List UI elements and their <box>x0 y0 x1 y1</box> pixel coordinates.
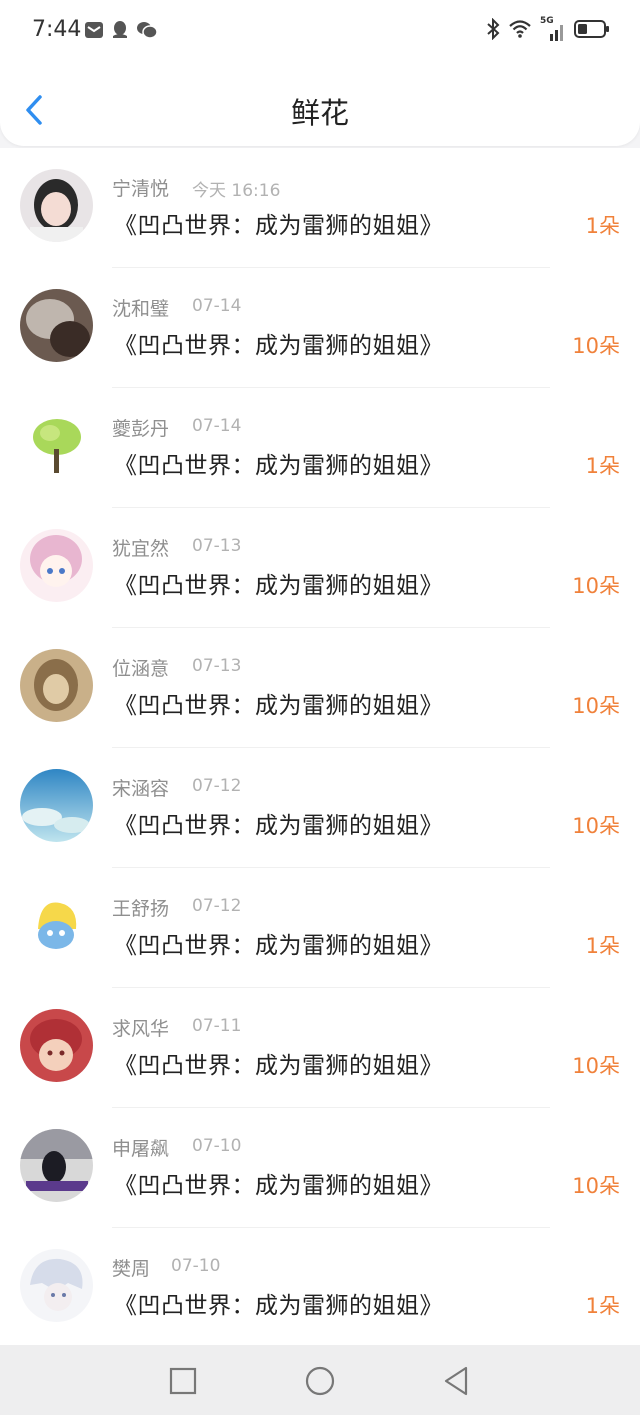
user-name: 申屠飙 <box>112 1138 170 1160</box>
avatar[interactable] <box>20 529 93 602</box>
status-time: 7:44 <box>32 17 82 42</box>
book-title: 《凹凸世界：成为雷狮的姐姐》 <box>114 1173 443 1199</box>
send-date: 07-11 <box>192 1016 242 1036</box>
list-item[interactable]: 樊周 07-10 《凹凸世界：成为雷狮的姐姐》 1朵 <box>0 1228 640 1348</box>
user-name: 宁清悦 <box>112 178 170 200</box>
avatar[interactable] <box>20 409 93 482</box>
list-item[interactable]: 沈和璧 07-14 《凹凸世界：成为雷狮的姐姐》 10朵 <box>0 268 640 388</box>
send-date: 07-14 <box>192 296 242 316</box>
notification-icons <box>84 20 158 44</box>
qq-icon <box>111 20 129 44</box>
flower-list: 宁清悦 今天 16:16 《凹凸世界：成为雷狮的姐姐》 1朵 沈和璧 07-14… <box>0 148 640 1348</box>
book-title: 《凹凸世界：成为雷狮的姐姐》 <box>114 333 443 359</box>
flower-count: 10朵 <box>572 334 620 358</box>
book-title: 《凹凸世界：成为雷狮的姐姐》 <box>114 1293 443 1319</box>
status-right-icons: 5G <box>486 16 610 44</box>
5g-signal-icon: 5G <box>540 16 566 42</box>
flower-count: 1朵 <box>585 214 620 238</box>
avatar[interactable] <box>20 649 93 722</box>
avatar[interactable] <box>20 1249 93 1322</box>
top-bar: 7:44 5G 鲜花 <box>0 0 640 146</box>
battery-icon <box>574 18 610 44</box>
book-title: 《凹凸世界：成为雷狮的姐姐》 <box>114 813 443 839</box>
list-item[interactable]: 求风华 07-11 《凹凸世界：成为雷狮的姐姐》 10朵 <box>0 988 640 1108</box>
recent-apps-icon[interactable] <box>165 1363 201 1399</box>
list-item[interactable]: 宋涵容 07-12 《凹凸世界：成为雷狮的姐姐》 10朵 <box>0 748 640 868</box>
book-title: 《凹凸世界：成为雷狮的姐姐》 <box>114 693 443 719</box>
user-name: 宋涵容 <box>112 778 170 800</box>
user-name: 位涵意 <box>112 658 170 680</box>
navigation-header: 鲜花 <box>0 74 640 146</box>
list-item[interactable]: 位涵意 07-13 《凹凸世界：成为雷狮的姐姐》 10朵 <box>0 628 640 748</box>
flower-count: 1朵 <box>585 934 620 958</box>
wifi-icon <box>508 19 532 43</box>
list-item[interactable]: 王舒扬 07-12 《凹凸世界：成为雷狮的姐姐》 1朵 <box>0 868 640 988</box>
back-icon[interactable] <box>438 1363 474 1399</box>
avatar[interactable] <box>20 289 93 362</box>
flower-count: 1朵 <box>585 1294 620 1318</box>
flower-count: 10朵 <box>572 1054 620 1078</box>
send-date: 07-12 <box>192 776 242 796</box>
avatar[interactable] <box>20 1129 93 1202</box>
user-name: 王舒扬 <box>112 898 170 920</box>
flower-count: 1朵 <box>585 454 620 478</box>
avatar[interactable] <box>20 169 93 242</box>
flower-count: 10朵 <box>572 694 620 718</box>
system-nav-bar <box>0 1345 640 1415</box>
send-date: 07-10 <box>171 1256 221 1276</box>
list-item[interactable]: 犹宜然 07-13 《凹凸世界：成为雷狮的姐姐》 10朵 <box>0 508 640 628</box>
send-date: 07-10 <box>192 1136 242 1156</box>
avatar[interactable] <box>20 889 93 962</box>
user-name: 樊周 <box>112 1258 151 1280</box>
user-name: 求风华 <box>112 1018 170 1040</box>
send-date: 今天 16:16 <box>192 181 281 201</box>
user-name: 沈和璧 <box>112 298 170 320</box>
list-item[interactable]: 夔彭丹 07-14 《凹凸世界：成为雷狮的姐姐》 1朵 <box>0 388 640 508</box>
page-title: 鲜花 <box>290 96 349 130</box>
wechat-icon <box>136 20 158 44</box>
book-title: 《凹凸世界：成为雷狮的姐姐》 <box>114 213 443 239</box>
send-date: 07-13 <box>192 656 242 676</box>
user-name: 夔彭丹 <box>112 418 170 440</box>
book-title: 《凹凸世界：成为雷狮的姐姐》 <box>114 933 443 959</box>
bluetooth-icon <box>486 17 500 44</box>
flower-count: 10朵 <box>572 1174 620 1198</box>
home-icon[interactable] <box>302 1363 338 1399</box>
book-title: 《凹凸世界：成为雷狮的姐姐》 <box>114 1053 443 1079</box>
flower-count: 10朵 <box>572 574 620 598</box>
avatar[interactable] <box>20 769 93 842</box>
list-item[interactable]: 宁清悦 今天 16:16 《凹凸世界：成为雷狮的姐姐》 1朵 <box>0 148 640 268</box>
book-title: 《凹凸世界：成为雷狮的姐姐》 <box>114 573 443 599</box>
send-date: 07-12 <box>192 896 242 916</box>
list-item[interactable]: 申屠飙 07-10 《凹凸世界：成为雷狮的姐姐》 10朵 <box>0 1108 640 1228</box>
avatar[interactable] <box>20 1009 93 1082</box>
user-name: 犹宜然 <box>112 538 170 560</box>
status-bar: 7:44 5G <box>0 0 640 60</box>
send-date: 07-14 <box>192 416 242 436</box>
mail-icon <box>84 20 104 44</box>
book-title: 《凹凸世界：成为雷狮的姐姐》 <box>114 453 443 479</box>
send-date: 07-13 <box>192 536 242 556</box>
flower-count: 10朵 <box>572 814 620 838</box>
